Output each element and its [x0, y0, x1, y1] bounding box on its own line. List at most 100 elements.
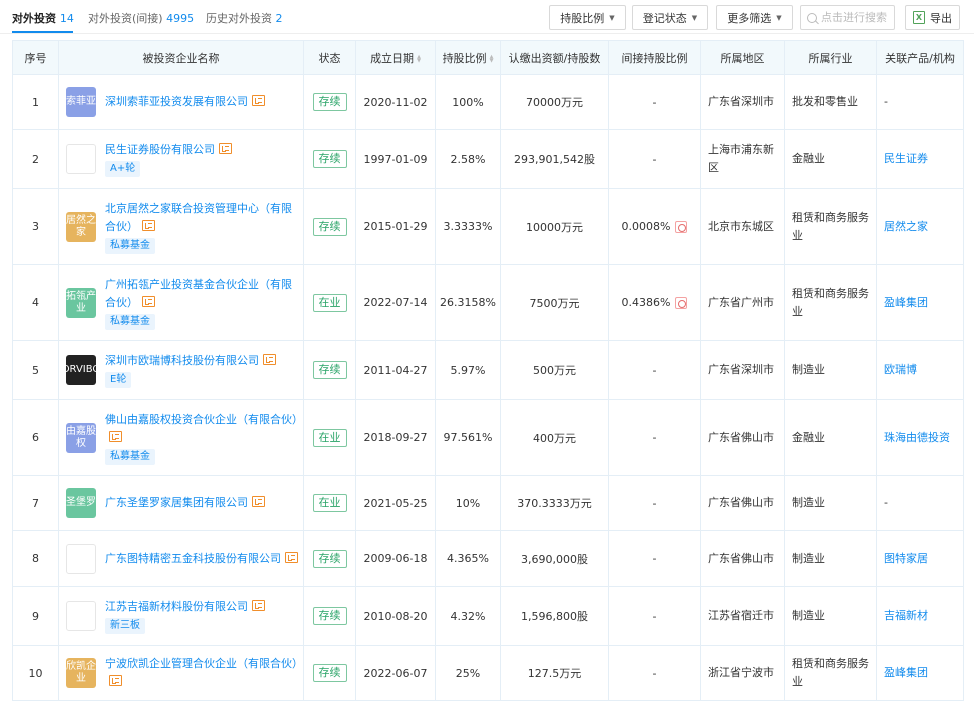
relation-graph-icon[interactable]: [142, 219, 155, 231]
table-header-row: 序号 被投资企业名称 状态 成立日期 ▲ ▼ 持股比例 ▲ ▼ 认缴出资额/持股数 间接…: [12, 40, 964, 75]
company-logo[interactable]: 索菲亚: [66, 87, 96, 117]
company-tag[interactable]: A+轮: [105, 161, 141, 177]
company-name-link[interactable]: 广州拓瓴产业投资基金合伙企业（有限合伙）: [105, 278, 292, 309]
status-filter-dropdown[interactable]: 登记状态 ▼: [632, 5, 708, 30]
sort-icon: ▲ ▼: [489, 53, 494, 64]
row-index: 3: [12, 188, 59, 265]
penetration-icon[interactable]: [675, 220, 688, 233]
region: 广东省佛山市: [700, 399, 785, 476]
divider: [0, 33, 974, 34]
company-name-link[interactable]: 北京居然之家联合投资管理中心（有限合伙）: [105, 202, 292, 233]
company-logo[interactable]: 居然之家: [66, 211, 96, 242]
caret-down-icon: ▼: [691, 13, 698, 22]
company-name-link[interactable]: 深圳市欧瑞博科技股份有限公司: [105, 354, 259, 367]
region: 广东省广州市: [700, 264, 785, 341]
company-name-link[interactable]: 深圳索菲亚投资发展有限公司: [105, 95, 248, 108]
industry: 金融业: [784, 399, 877, 476]
company-logo[interactable]: TUTTI: [66, 543, 96, 574]
related-product[interactable]: 盈峰集团: [884, 666, 928, 679]
related-product[interactable]: 民生证券: [884, 152, 928, 165]
tab-outbound-investment[interactable]: 对外投资 14: [12, 10, 74, 26]
subscribed-capital: 370.3333万元: [500, 475, 609, 531]
company-name-link[interactable]: 广东圣堡罗家居集团有限公司: [105, 496, 248, 509]
header-capital: 认缴出资额/持股数: [500, 40, 609, 75]
company-logo[interactable]: 欣凯企业: [66, 658, 96, 688]
search-icon: [807, 12, 817, 23]
row-index: 9: [12, 586, 59, 646]
row-index: 1: [12, 74, 59, 130]
tab-count: 2: [275, 12, 283, 25]
region: 广东省深圳市: [700, 74, 785, 130]
industry: 制造业: [784, 340, 877, 400]
industry: 租赁和商务服务业: [784, 188, 877, 265]
row-index: 8: [12, 530, 59, 587]
table-row: 10 欣凯企业 宁波欣凯企业管理合伙企业（有限合伙） 存续 2022-06-07 25% 1…: [12, 645, 964, 701]
company-name-link[interactable]: 民生证券股份有限公司: [105, 143, 215, 156]
relation-graph-icon[interactable]: [252, 496, 265, 507]
header-industry: 所属行业: [784, 40, 877, 75]
company-logo[interactable]: 民生证券: [66, 144, 96, 174]
founded-date: 2009-06-18: [355, 530, 436, 587]
related-product[interactable]: 欧瑞博: [884, 363, 917, 376]
row-index: 7: [12, 475, 59, 531]
company-logo[interactable]: ORVIBO: [66, 355, 96, 385]
company-name-link[interactable]: 佛山由嘉股权投资合伙企业（有限合伙）: [105, 413, 303, 426]
company-cell: 由嘉股权 佛山由嘉股权投资合伙企业（有限合伙） 私募基金: [59, 411, 303, 465]
table-row: 7 圣堡罗 广东圣堡罗家居集团有限公司 在业 2021-05-25 10% 370.3333…: [12, 475, 964, 531]
relation-graph-icon[interactable]: [142, 295, 155, 307]
relation-graph-icon[interactable]: [252, 600, 265, 611]
related-product[interactable]: 盈峰集团: [884, 296, 928, 309]
related-product[interactable]: 图特家居: [884, 552, 928, 565]
company-name-link[interactable]: 宁波欣凯企业管理合伙企业（有限合伙）: [105, 657, 303, 670]
founded-date: 2018-09-27: [355, 399, 436, 476]
relation-graph-icon[interactable]: [263, 354, 276, 365]
holding-ratio: 10%: [435, 475, 501, 531]
related-product[interactable]: 珠海由德投资: [884, 431, 950, 444]
status-badge: 在业: [312, 293, 347, 312]
company-cell: 欣凯企业 宁波欣凯企业管理合伙企业（有限合伙）: [59, 655, 303, 691]
holding-ratio: 4.365%: [435, 530, 501, 587]
search-box[interactable]: [800, 5, 895, 30]
related-product: -: [884, 496, 888, 509]
company-tag[interactable]: E轮: [105, 372, 132, 388]
company-logo[interactable]: 圣堡罗: [66, 488, 96, 518]
indirect-ratio: 0.0008%: [621, 220, 671, 233]
company-tag[interactable]: 私募基金: [105, 448, 155, 465]
header-company: 被投资企业名称: [58, 40, 304, 75]
status-badge: 存续: [312, 93, 347, 111]
subscribed-capital: 3,690,000股: [500, 530, 609, 587]
header-date[interactable]: 成立日期 ▲ ▼: [355, 40, 436, 75]
status-badge: 在业: [312, 428, 347, 447]
company-name-link[interactable]: 广东图特精密五金科技股份有限公司: [105, 552, 281, 565]
tab-indirect-investment[interactable]: 对外投资(间接) 4995: [88, 10, 194, 26]
relation-graph-icon[interactable]: [285, 551, 298, 563]
founded-date: 2022-07-14: [355, 264, 436, 341]
related-product[interactable]: 居然之家: [884, 220, 928, 233]
relation-graph-icon[interactable]: [109, 430, 122, 442]
company-tag[interactable]: 私募基金: [105, 313, 155, 330]
relation-graph-icon[interactable]: [219, 143, 232, 154]
industry: 制造业: [784, 530, 877, 587]
company-name-link[interactable]: 江苏吉福新材料股份有限公司: [105, 600, 248, 613]
company-logo[interactable]: 吉福: [66, 601, 96, 631]
penetration-icon[interactable]: [675, 296, 688, 309]
tab-count: 4995: [166, 12, 195, 25]
related-product[interactable]: 吉福新材: [884, 609, 928, 622]
industry: 租赁和商务服务业: [784, 264, 877, 341]
company-logo[interactable]: 由嘉股权: [66, 422, 96, 453]
more-filter-dropdown[interactable]: 更多筛选 ▼: [716, 5, 793, 30]
company-logo[interactable]: 拓瓴产业: [66, 287, 96, 318]
export-button[interactable]: X 导出: [905, 5, 960, 30]
table-row: 5ORVIBO 深圳市欧瑞博科技股份有限公司 E轮 存续 2011-04-275.97%…: [12, 340, 964, 400]
region: 广东省深圳市: [700, 340, 785, 400]
subscribed-capital: 10000万元: [500, 188, 609, 265]
header-ratio[interactable]: 持股比例 ▲ ▼: [435, 40, 501, 75]
search-input[interactable]: [821, 11, 893, 24]
company-tag[interactable]: 私募基金: [105, 237, 155, 254]
tab-history-investment[interactable]: 历史对外投资 2: [206, 10, 283, 26]
relation-graph-icon[interactable]: [109, 675, 122, 686]
table-row: 9 吉福 江苏吉福新材料股份有限公司 新三板 存续 2010-08-20 4.32% 1,59…: [12, 586, 964, 646]
relation-graph-icon[interactable]: [252, 95, 265, 106]
company-tag[interactable]: 新三板: [105, 618, 145, 634]
ratio-filter-dropdown[interactable]: 持股比例 ▼: [549, 5, 626, 30]
